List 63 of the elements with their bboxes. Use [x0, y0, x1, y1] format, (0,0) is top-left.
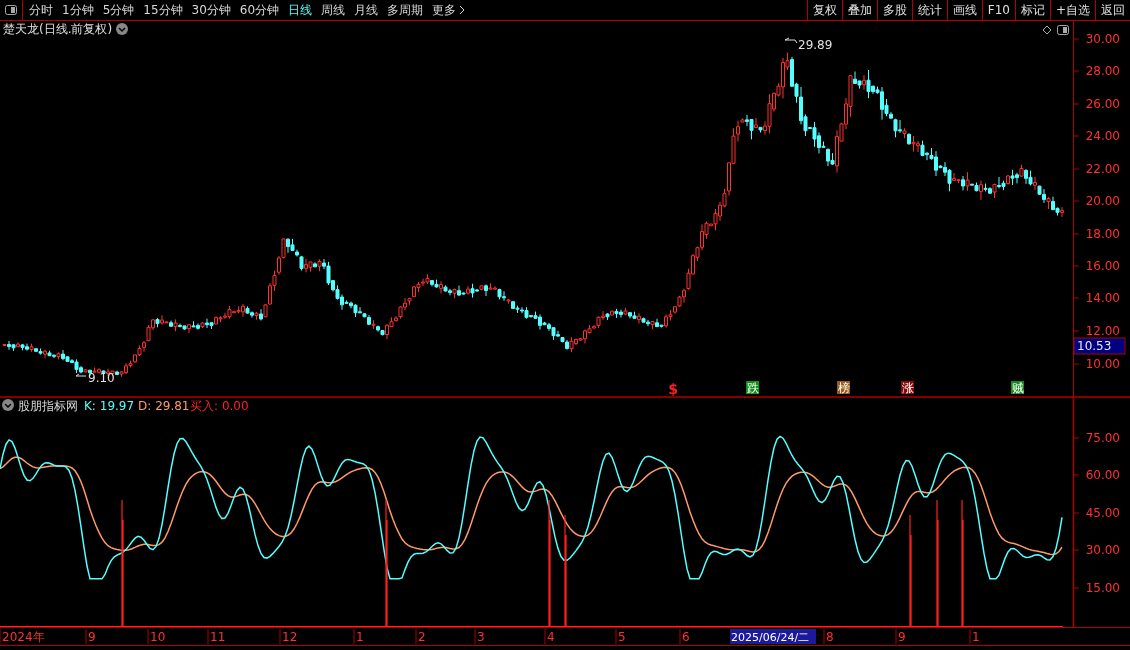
axis-label: 12.00	[1085, 324, 1120, 338]
signal-mark: $	[668, 381, 678, 397]
period-tab[interactable]: 60分钟	[239, 1, 280, 19]
period-tab[interactable]: 日线	[288, 1, 313, 19]
axis-label: 60.00	[1085, 468, 1120, 482]
period-tab[interactable]: 15分钟	[143, 1, 183, 19]
high-price-label: 29.89	[798, 38, 833, 52]
signal-tag: 榜	[837, 381, 850, 395]
panel-icon[interactable]	[5, 5, 17, 15]
date-label: 10	[150, 630, 166, 644]
date-label: 6	[682, 630, 690, 644]
chevron-down-icon[interactable]	[116, 23, 128, 35]
period-tab[interactable]: 多周期	[387, 1, 424, 19]
panel-icon[interactable]	[1057, 25, 1069, 35]
axis-label: 20.00	[1085, 194, 1120, 208]
low-price-label: 9.10	[88, 371, 115, 385]
period-tab[interactable]: 30分钟	[191, 1, 231, 19]
period-tab[interactable]: 分时	[29, 1, 53, 19]
axis-label: 24.00	[1085, 129, 1120, 143]
axis-label: 15.00	[1085, 581, 1120, 595]
date-label: 9	[898, 630, 906, 644]
diamond-icon[interactable]	[1042, 25, 1052, 35]
chevron-down-icon[interactable]	[2, 399, 14, 411]
indicator-name: 股朋指标网	[18, 399, 78, 413]
axis-label: 26.00	[1085, 97, 1120, 111]
axis-label: 16.00	[1085, 259, 1120, 273]
period-tab[interactable]: 1分钟	[62, 1, 94, 19]
signal-tag: 涨	[901, 381, 914, 395]
axis-label: 10.00	[1085, 357, 1120, 371]
indicator-value: D: 29.81	[138, 399, 190, 413]
date-label: 1	[972, 630, 980, 644]
axis-label: 45.00	[1085, 506, 1120, 520]
date-label: 2	[418, 630, 426, 644]
date-label: 9	[88, 630, 96, 644]
date-label: 5	[618, 630, 626, 644]
axis-label: 28.00	[1085, 64, 1120, 78]
price-tag: 10.53	[1073, 337, 1126, 355]
axis-label: 75.00	[1085, 431, 1120, 445]
axis-label: 18.00	[1085, 227, 1120, 241]
signal-tag: 跌	[746, 381, 759, 395]
indicator-value: 买入: 0.00	[190, 399, 249, 413]
date-label: 1	[356, 630, 364, 644]
signal-tag: 贼	[1011, 381, 1024, 395]
axis-label: 22.00	[1085, 162, 1120, 176]
axis-label: 30.00	[1085, 32, 1120, 46]
date-label: 3	[477, 630, 485, 644]
date-label: 2025/06/24/二	[730, 629, 816, 644]
period-tab[interactable]: 更多	[432, 1, 466, 19]
period-tab[interactable]: 月线	[354, 1, 379, 19]
axis-label: 14.00	[1085, 291, 1120, 305]
date-label: 11	[210, 630, 226, 644]
leader-line	[784, 37, 798, 44]
axis-label: 30.00	[1085, 543, 1120, 557]
date-label: 2024年	[2, 630, 45, 644]
leader-line	[75, 373, 87, 377]
stock-title: 楚天龙(日线.前复权)	[3, 22, 113, 36]
chevron-right-icon	[459, 5, 466, 15]
period-tab[interactable]: 周线	[321, 1, 346, 19]
date-label: 12	[282, 630, 298, 644]
date-label: 8	[826, 630, 834, 644]
date-label: 4	[547, 630, 555, 644]
indicator-value: K: 19.97	[84, 399, 135, 413]
period-tab[interactable]: 5分钟	[102, 1, 135, 19]
